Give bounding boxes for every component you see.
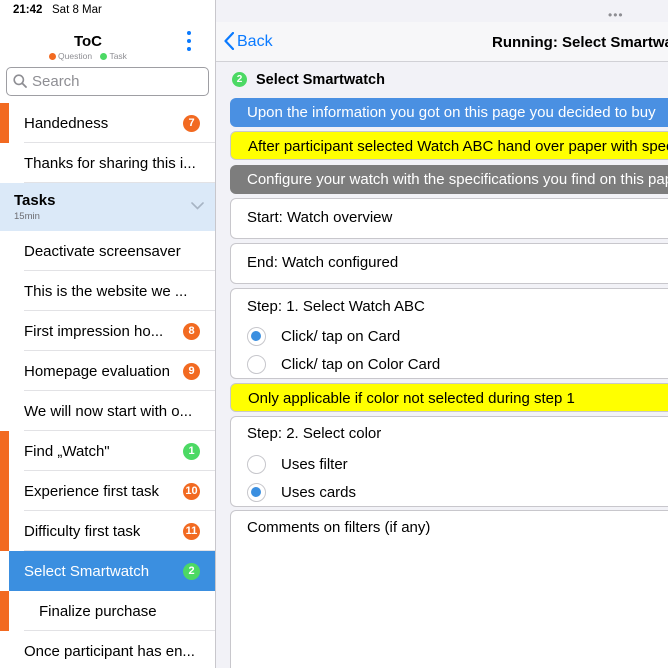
- toc-item-label: Deactivate screensaver: [24, 243, 181, 260]
- toc-item[interactable]: This is the website we ...: [0, 271, 215, 311]
- chevron-left-icon: [224, 32, 234, 50]
- step2-title: Step: 2. Select color: [247, 425, 382, 442]
- count-badge: 9: [183, 363, 200, 380]
- radio-button[interactable]: [247, 455, 266, 474]
- comments-field[interactable]: Comments on filters (if any): [230, 510, 668, 668]
- instruction-banner-yellow-text: After participant selected Watch ABC han…: [248, 138, 668, 155]
- toc-list: Handedness 7 Thanks for sharing this i... T…: [0, 103, 215, 668]
- multitask-dots-icon[interactable]: •••: [608, 8, 624, 22]
- legend-task-label: Task: [109, 51, 127, 61]
- navigation-bar: Back Running: Select Smartwatch: [216, 22, 668, 62]
- count-badge: 11: [183, 523, 200, 540]
- toc-item[interactable]: Homepage evaluation 9: [0, 351, 215, 391]
- question-accent-bar: [0, 431, 9, 471]
- toc-item[interactable]: Experience first task 10: [0, 471, 215, 511]
- task-dot-icon: [100, 53, 108, 60]
- toc-item-label: Handedness: [24, 115, 109, 132]
- search-icon: [13, 74, 27, 88]
- option-label: Uses cards: [281, 484, 357, 501]
- sidebar: 21:42 Sat 8 Mar ToC Question Task Handed…: [0, 0, 215, 668]
- question-accent-bar: [0, 511, 9, 551]
- toc-item-label: This is the website we ...: [24, 283, 188, 300]
- chevron-down-icon[interactable]: [191, 202, 204, 210]
- question-dot-icon: [49, 53, 57, 60]
- task-banner-gray-text: Configure your watch with the specificat…: [247, 171, 668, 188]
- search-field[interactable]: [6, 67, 209, 96]
- toc-item[interactable]: Deactivate screensaver: [0, 231, 215, 271]
- count-badge: 7: [183, 115, 200, 132]
- toc-item[interactable]: Find „Watch" 1: [0, 431, 215, 471]
- toc-item[interactable]: Once participant has en...: [0, 631, 215, 668]
- start-text: Start: Watch overview: [247, 209, 393, 226]
- note-banner-yellow-text: Only applicable if color not selected du…: [248, 390, 575, 407]
- toc-item[interactable]: Difficulty first task 11: [0, 511, 215, 551]
- question-accent-bar: [0, 591, 9, 631]
- count-badge: 2: [183, 563, 200, 580]
- back-button-label: Back: [237, 33, 273, 50]
- task-banner-gray: Configure your watch with the specificat…: [230, 165, 668, 194]
- step1-card: Step: 1. Select Watch ABC Click/ tap on …: [230, 288, 668, 379]
- toc-item[interactable]: Thanks for sharing this i...: [0, 143, 215, 183]
- toc-item[interactable]: First impression ho... 8: [0, 311, 215, 351]
- status-date: Sat 8 Mar: [52, 4, 102, 16]
- count-badge: 1: [183, 443, 200, 460]
- instruction-banner-yellow: After participant selected Watch ABC han…: [230, 131, 668, 160]
- section-title: Tasks: [14, 192, 56, 209]
- toc-item[interactable]: Finalize purchase: [0, 591, 215, 631]
- comments-label: Comments on filters (if any): [247, 519, 431, 536]
- radio-button[interactable]: [247, 327, 266, 346]
- option-label: Click/ tap on Color Card: [281, 356, 441, 373]
- step-number-badge: 2: [232, 72, 247, 87]
- end-card: End: Watch configured: [230, 243, 668, 284]
- toc-item-label: Finalize purchase: [39, 603, 157, 620]
- status-time: 21:42: [13, 4, 43, 16]
- toc-item[interactable]: Handedness 7: [0, 103, 215, 143]
- note-banner-yellow: Only applicable if color not selected du…: [230, 383, 668, 412]
- radio-button[interactable]: [247, 483, 266, 502]
- toc-item-label: Difficulty first task: [24, 523, 141, 540]
- toc-item-label: Homepage evaluation: [24, 363, 170, 380]
- info-banner-blue: Upon the information you got on this pag…: [230, 98, 668, 127]
- count-badge: 8: [183, 323, 200, 340]
- toc-item-label: Thanks for sharing this i...: [24, 155, 196, 172]
- search-input[interactable]: [32, 71, 204, 92]
- question-accent-bar: [0, 103, 9, 143]
- section-header-tasks[interactable]: Tasks 15min: [0, 183, 215, 231]
- more-options-icon[interactable]: [183, 31, 195, 53]
- toc-item-label: Find „Watch": [24, 443, 110, 460]
- legend-question: Question: [49, 51, 92, 61]
- step-header: 2 Select Smartwatch: [216, 63, 668, 97]
- page-title: Running: Select Smartwatch: [492, 34, 668, 51]
- section-duration: 15min: [14, 211, 40, 222]
- step-title: Select Smartwatch: [256, 72, 385, 88]
- start-card: Start: Watch overview: [230, 198, 668, 239]
- count-badge: 10: [183, 483, 200, 500]
- toc-item-label: Once participant has en...: [24, 643, 195, 660]
- toc-item-selected[interactable]: Select Smartwatch 2: [9, 551, 215, 591]
- main-pane: ••• Back Running: Select Smartwatch 2 Se…: [216, 0, 668, 668]
- toc-item-label: Select Smartwatch: [24, 563, 150, 580]
- step2-card: Step: 2. Select color Uses filter Uses c…: [230, 416, 668, 507]
- toc-item[interactable]: We will now start with o...: [0, 391, 215, 431]
- legend-task: Task: [100, 51, 127, 61]
- toc-item-label: First impression ho...: [24, 323, 164, 340]
- legend: Question Task: [0, 51, 176, 61]
- option-label: Uses filter: [281, 456, 348, 473]
- step1-title: Step: 1. Select Watch ABC: [247, 298, 425, 315]
- option-label: Click/ tap on Card: [281, 328, 401, 345]
- toc-item-label: We will now start with o...: [24, 403, 193, 420]
- question-accent-bar: [0, 471, 9, 511]
- info-banner-blue-text: Upon the information you got on this pag…: [247, 104, 656, 121]
- sidebar-title: ToC: [73, 33, 103, 50]
- radio-button[interactable]: [247, 355, 266, 374]
- end-text: End: Watch configured: [247, 254, 399, 271]
- legend-question-label: Question: [58, 51, 93, 61]
- toc-item-label: Experience first task: [24, 483, 160, 500]
